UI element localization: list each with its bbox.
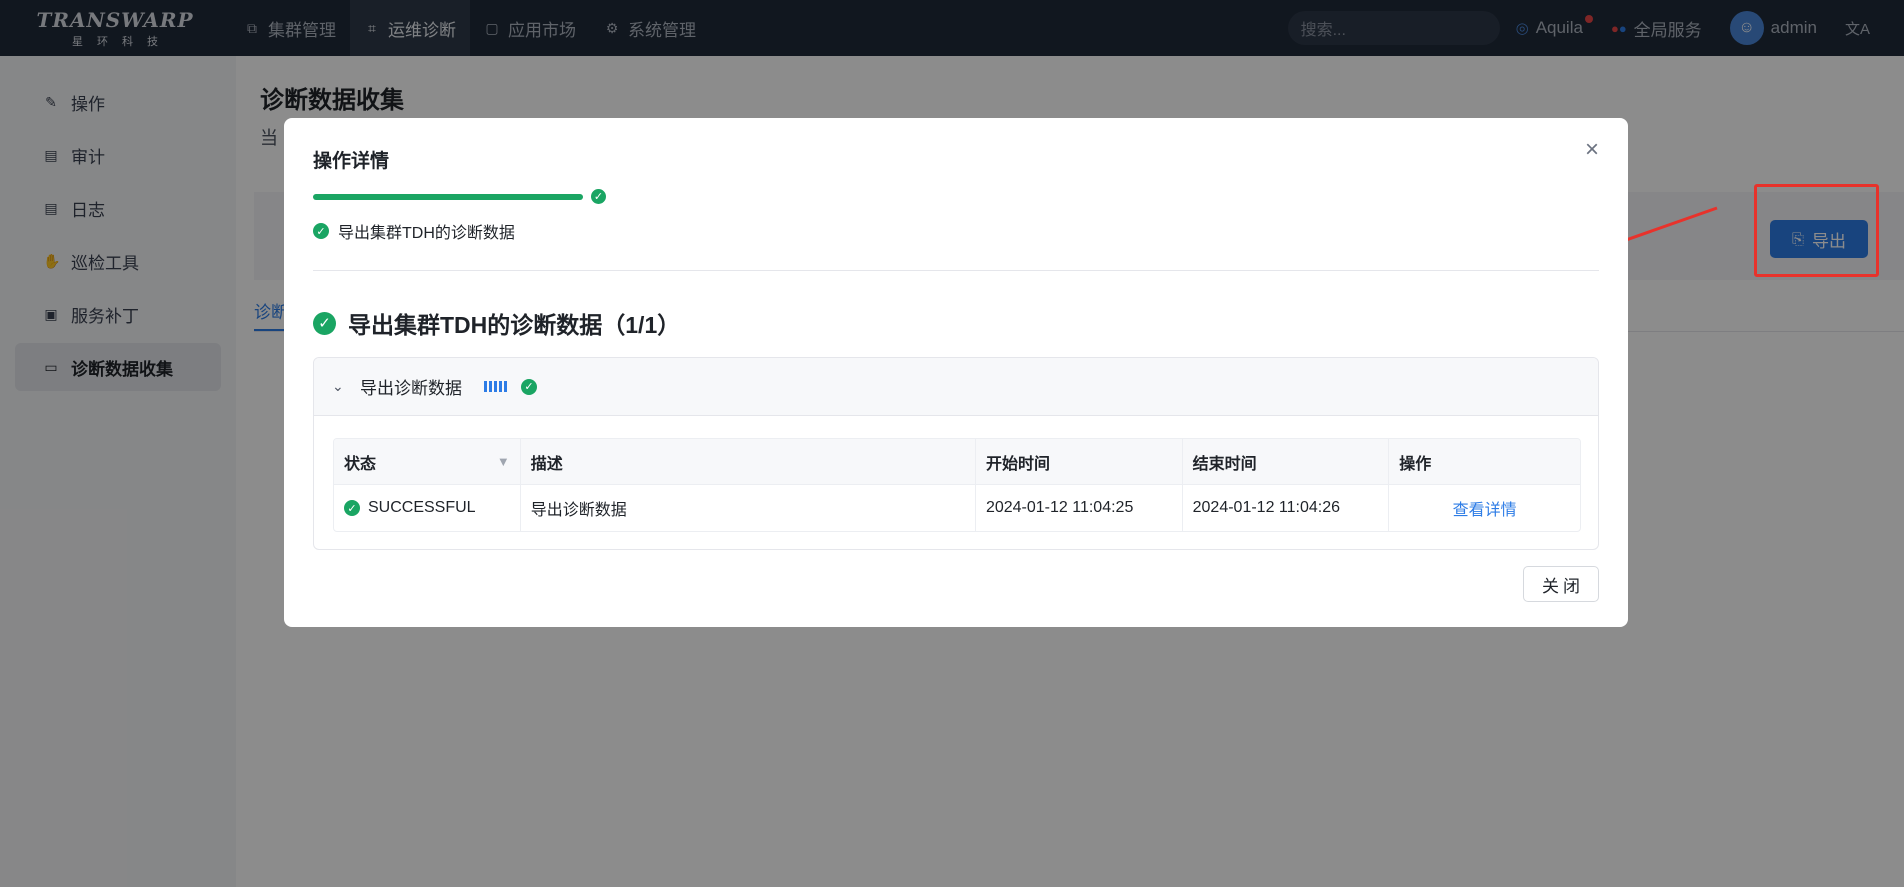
- check-circle-icon: ✓: [591, 189, 606, 204]
- table-row: ✓ SUCCESSFUL 导出诊断数据 2024-01-12 11:04:25 …: [334, 485, 1580, 531]
- annotation-highlight-box: [1754, 184, 1879, 277]
- close-button[interactable]: 关闭: [1523, 566, 1599, 602]
- header-label: 状态: [344, 455, 377, 473]
- task-table: 状态 ▼ 描述 开始时间 结束时间 操作 ✓ SUCCESSFUL 导出诊断数据…: [333, 438, 1581, 532]
- check-circle-icon: ✓: [344, 500, 360, 516]
- progress-bar: [313, 194, 583, 200]
- modal-divider: [313, 270, 1599, 271]
- table-header-row: 状态 ▼ 描述 开始时间 结束时间 操作: [334, 439, 1580, 485]
- check-circle-icon: ✓: [313, 223, 329, 239]
- header-end-time: 结束时间: [1183, 439, 1390, 485]
- cell-start-time: 2024-01-12 11:04:25: [976, 485, 1183, 531]
- operation-detail-modal: 操作详情 × ✓ ✓ 导出集群TDH的诊断数据 ✓ 导出集群TDH的诊断数据（1…: [284, 118, 1628, 627]
- cell-description: 导出诊断数据: [521, 485, 976, 531]
- status-text: SUCCESSFUL: [368, 499, 476, 516]
- cell-end-time: 2024-01-12 11:04:26: [1183, 485, 1390, 531]
- check-circle-icon: ✓: [313, 311, 336, 335]
- cell-action: 查看详情: [1389, 485, 1580, 531]
- header-action: 操作: [1399, 455, 1432, 473]
- cell-status: ✓ SUCCESSFUL: [334, 485, 521, 531]
- chevron-down-icon[interactable]: ⌄: [332, 378, 346, 395]
- close-icon[interactable]: ×: [1580, 138, 1604, 162]
- header-description: 描述: [521, 439, 976, 485]
- step-item: ✓ 导出集群TDH的诊断数据: [313, 219, 515, 243]
- header-status: 状态 ▼: [334, 439, 521, 485]
- collapse-panel: ⌄ 导出诊断数据 ✓ 状态 ▼ 描述 开始时间 结束时间 操作 ✓ SUCCES…: [313, 357, 1599, 550]
- collapse-title: 导出诊断数据: [360, 379, 462, 398]
- collapse-header[interactable]: ⌄ 导出诊断数据 ✓: [314, 358, 1598, 416]
- loading-bars-icon: [484, 381, 507, 392]
- section-title-text: 导出集群TDH的诊断数据（1/1）: [348, 312, 681, 338]
- header-start-time: 开始时间: [976, 439, 1183, 485]
- step-label: 导出集群TDH的诊断数据: [338, 225, 515, 242]
- view-details-link[interactable]: 查看详情: [1399, 496, 1580, 520]
- progress-fill: [313, 194, 583, 200]
- filter-icon[interactable]: ▼: [497, 454, 510, 469]
- check-circle-icon: ✓: [521, 378, 537, 395]
- section-title: ✓ 导出集群TDH的诊断数据（1/1）: [313, 306, 680, 340]
- modal-title: 操作详情: [313, 151, 390, 172]
